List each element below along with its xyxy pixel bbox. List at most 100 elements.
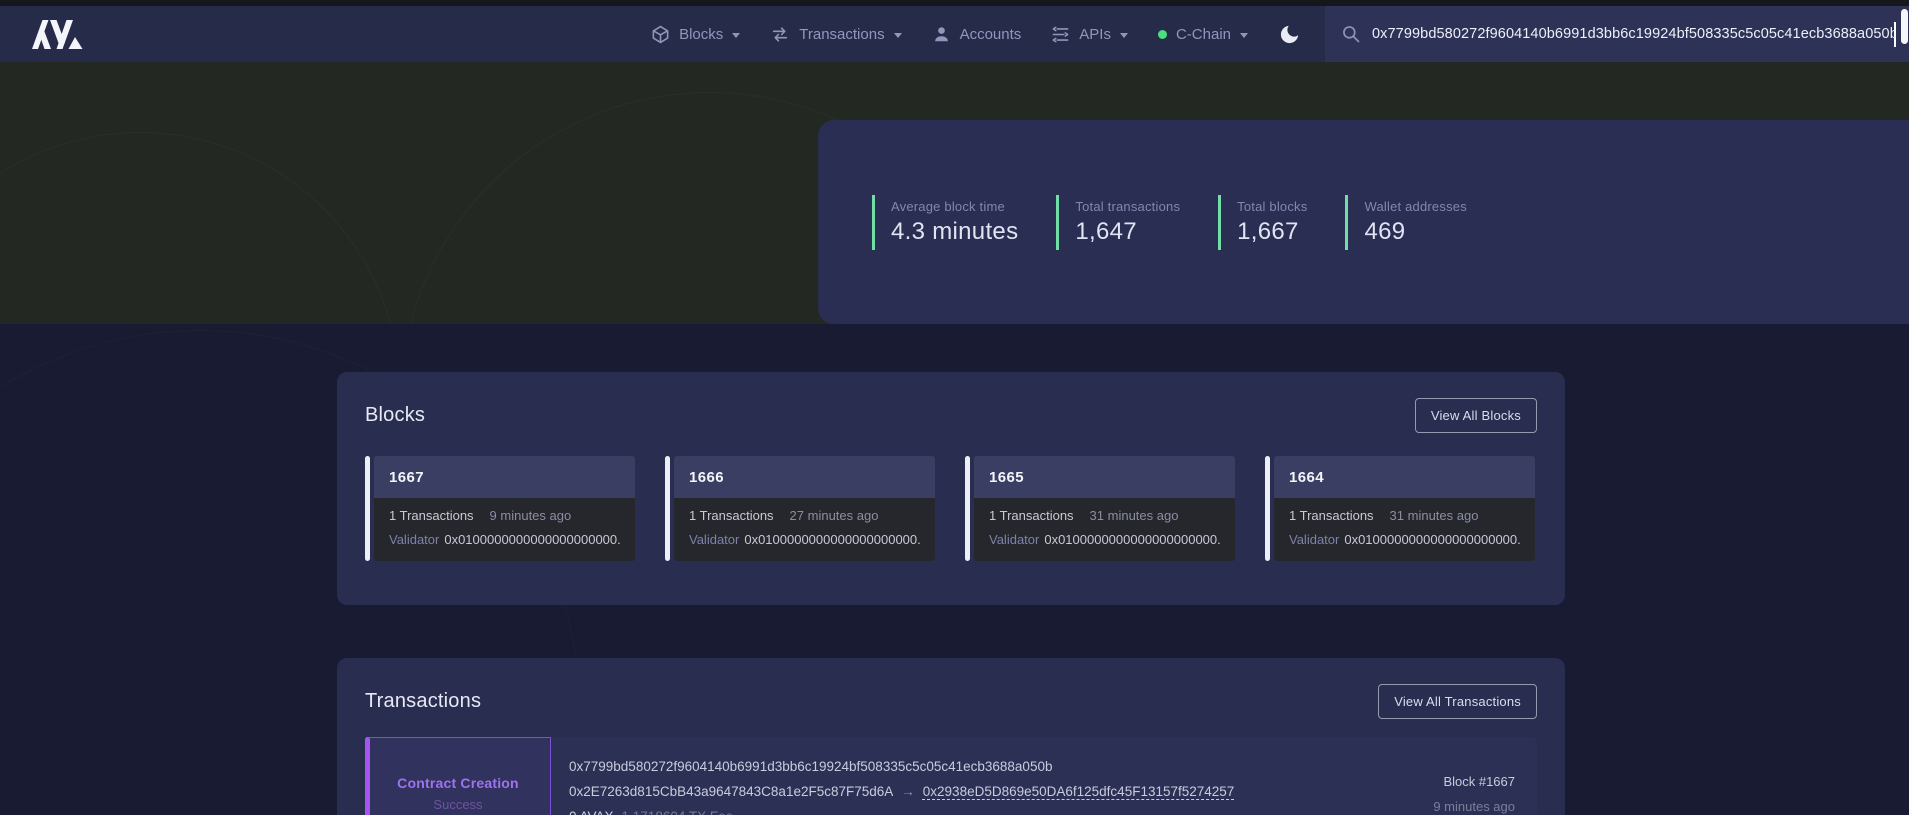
chevron-down-icon: [1120, 33, 1128, 38]
block-cards-row: 1667 1 Transactions 9 minutes ago Valida…: [337, 456, 1565, 561]
transaction-accent-bar: [365, 737, 370, 815]
validator-label: Validator: [389, 532, 439, 547]
transaction-fee: 1.1718604 TX Fee: [622, 809, 734, 815]
block-card[interactable]: 1664 1 Transactions 31 minutes ago Valid…: [1265, 456, 1535, 561]
stat-value: 469: [1364, 218, 1466, 246]
stat-value: 1,647: [1075, 218, 1180, 246]
hero-section: Average block time 4.3 minutes Total tra…: [0, 62, 1909, 324]
block-tx-count: 1 Transactions: [989, 508, 1074, 523]
stat-label: Total transactions: [1075, 199, 1180, 214]
block-card[interactable]: 1665 1 Transactions 31 minutes ago Valid…: [965, 456, 1235, 561]
block-number[interactable]: 1665: [974, 456, 1235, 498]
transactions-section-title: Transactions: [365, 690, 481, 713]
validator-label: Validator: [1289, 532, 1339, 547]
chevron-down-icon: [732, 33, 740, 38]
navbar: Blocks Transactions: [0, 6, 1909, 62]
block-accent-bar: [665, 456, 670, 561]
dark-mode-toggle[interactable]: [1278, 23, 1301, 46]
stats-panel: Average block time 4.3 minutes Total tra…: [818, 120, 1909, 324]
swap-arrows-icon: [770, 25, 790, 44]
view-all-transactions-button[interactable]: View All Transactions: [1378, 684, 1537, 719]
nav-item-transactions[interactable]: Transactions: [770, 25, 901, 44]
transaction-amount: 0 AVAX: [569, 809, 614, 815]
transactions-section: Transactions View All Transactions Contr…: [337, 658, 1565, 815]
transaction-status-badge: Success: [433, 797, 482, 812]
transaction-row[interactable]: Contract Creation Success 0x7799bd580272…: [365, 737, 1537, 815]
search-input[interactable]: [1372, 26, 1895, 42]
stat-value: 4.3 minutes: [891, 218, 1018, 246]
stat-label: Wallet addresses: [1364, 199, 1466, 214]
person-icon: [932, 25, 951, 44]
validator-label: Validator: [689, 532, 739, 547]
nav-label: Transactions: [799, 26, 884, 43]
nav-label: APIs: [1079, 26, 1111, 43]
stat-total-blocks: Total blocks 1,667: [1218, 195, 1307, 250]
sliders-icon: [1051, 25, 1070, 44]
chevron-down-icon: [1240, 33, 1248, 38]
nav-label: Blocks: [679, 26, 723, 43]
validator-address: 0x0100000000000000000000...: [1044, 532, 1220, 547]
block-tx-count: 1 Transactions: [389, 508, 474, 523]
scrollbar-thumb[interactable]: [1901, 9, 1908, 44]
stat-label: Average block time: [891, 199, 1018, 214]
transaction-value-line: 0 AVAX 1.1718604 TX Fee: [569, 804, 1327, 815]
moon-icon: [1278, 23, 1301, 46]
transactions-section-header: Transactions View All Transactions: [337, 658, 1565, 719]
block-number[interactable]: 1664: [1274, 456, 1535, 498]
stat-label: Total blocks: [1237, 199, 1307, 214]
chevron-down-icon: [894, 33, 902, 38]
validator-address: 0x0100000000000000000000...: [444, 532, 620, 547]
nav-item-blocks[interactable]: Blocks: [651, 25, 740, 44]
avalanche-logo[interactable]: [30, 17, 92, 51]
chain-label: C-Chain: [1176, 26, 1231, 43]
stat-total-transactions: Total transactions 1,647: [1056, 195, 1180, 250]
stat-value: 1,667: [1237, 218, 1307, 246]
transaction-block-link[interactable]: Block #1667: [1327, 769, 1515, 794]
transaction-hash[interactable]: 0x7799bd580272f9604140b6991d3bb6c19924bf…: [569, 754, 1327, 779]
block-tx-count: 1 Transactions: [689, 508, 774, 523]
block-accent-bar: [965, 456, 970, 561]
nav-item-accounts[interactable]: Accounts: [932, 25, 1022, 44]
block-number[interactable]: 1667: [374, 456, 635, 498]
block-age: 27 minutes ago: [790, 508, 879, 523]
transaction-addresses: 0x2E7263d815CbB43a9647843C8a1e2F5c87F75d…: [569, 779, 1327, 804]
from-address: 0x2E7263d815CbB43a9647843C8a1e2F5c87F75d…: [569, 784, 893, 799]
search-icon: [1341, 24, 1361, 44]
to-address-link[interactable]: 0x2938eD5D869e50DA6f125dfc45F13157f52742…: [923, 784, 1235, 799]
validator-address: 0x0100000000000000000000...: [744, 532, 920, 547]
block-age: 31 minutes ago: [1090, 508, 1179, 523]
transaction-details: 0x7799bd580272f9604140b6991d3bb6c19924bf…: [551, 737, 1327, 815]
stat-wallet-addresses: Wallet addresses 469: [1345, 195, 1466, 250]
transaction-age: 9 minutes ago: [1327, 794, 1515, 815]
main-nav: Blocks Transactions: [651, 23, 1301, 46]
view-all-blocks-button[interactable]: View All Blocks: [1415, 398, 1537, 433]
block-age: 9 minutes ago: [490, 508, 572, 523]
transaction-type: Contract Creation: [397, 775, 519, 791]
transaction-meta: Block #1667 9 minutes ago: [1327, 737, 1537, 815]
stat-average-block-time: Average block time 4.3 minutes: [872, 195, 1018, 250]
block-accent-bar: [1265, 456, 1270, 561]
text-caret: [1894, 22, 1896, 47]
transaction-type-cell: Contract Creation Success: [365, 737, 551, 815]
block-number[interactable]: 1666: [674, 456, 935, 498]
block-age: 31 minutes ago: [1390, 508, 1479, 523]
chain-selector[interactable]: C-Chain: [1158, 26, 1248, 43]
nav-item-apis[interactable]: APIs: [1051, 25, 1128, 44]
blocks-section-header: Blocks View All Blocks: [337, 372, 1565, 433]
cube-icon: [651, 25, 670, 44]
nav-label: Accounts: [960, 26, 1022, 43]
page: Blocks Transactions: [0, 0, 1909, 815]
chain-status-dot: [1158, 30, 1167, 39]
blocks-section-title: Blocks: [365, 404, 425, 427]
decorative-circle: [0, 132, 400, 324]
block-accent-bar: [365, 456, 370, 561]
validator-address: 0x0100000000000000000000...: [1344, 532, 1520, 547]
avalanche-logo-icon: [30, 17, 92, 51]
block-card[interactable]: 1667 1 Transactions 9 minutes ago Valida…: [365, 456, 635, 561]
block-card[interactable]: 1666 1 Transactions 27 minutes ago Valid…: [665, 456, 935, 561]
search-bar: [1325, 6, 1909, 62]
validator-label: Validator: [989, 532, 1039, 547]
arrow-right-icon: →: [901, 784, 915, 799]
block-tx-count: 1 Transactions: [1289, 508, 1374, 523]
blocks-section: Blocks View All Blocks 1667 1 Transactio…: [337, 372, 1565, 605]
